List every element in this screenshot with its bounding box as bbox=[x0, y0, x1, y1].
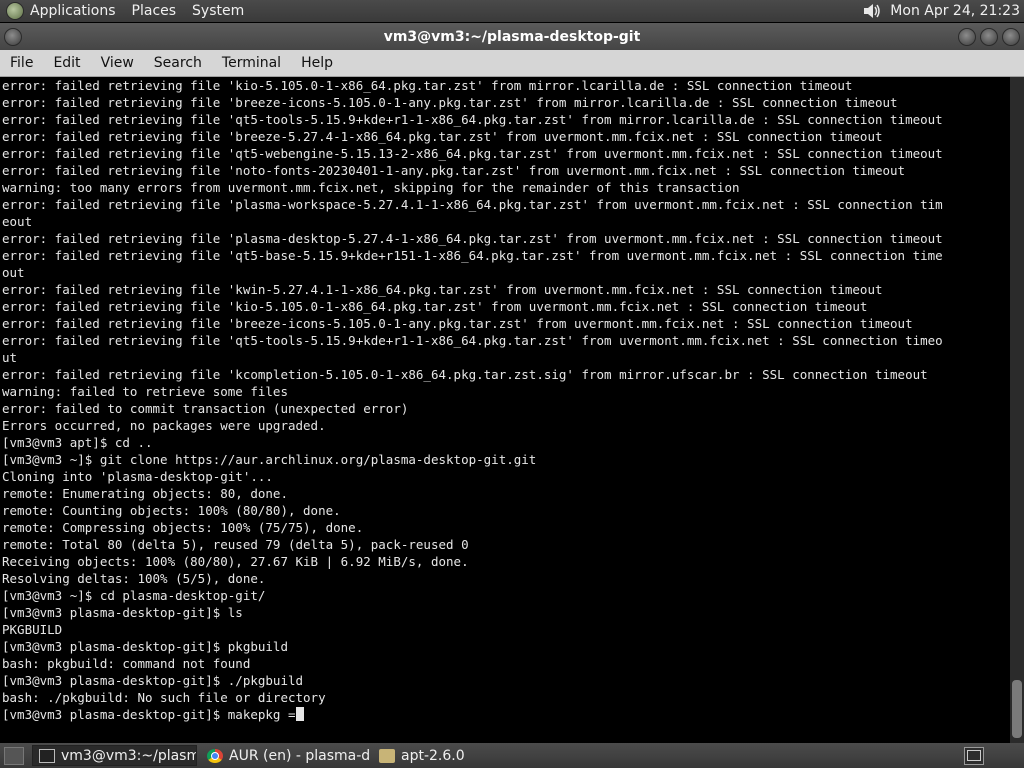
minimize-button[interactable] bbox=[958, 28, 976, 46]
terminal-line: PKGBUILD bbox=[2, 622, 63, 637]
terminal-line: Resolving deltas: 100% (5/5), done. bbox=[2, 571, 266, 586]
terminal-line: remote: Total 80 (delta 5), reused 79 (d… bbox=[2, 537, 469, 552]
window-titlebar[interactable]: vm3@vm3:~/plasma-desktop-git bbox=[0, 23, 1024, 50]
applications-menu[interactable]: Applications bbox=[30, 3, 116, 19]
menu-search[interactable]: Search bbox=[144, 55, 212, 71]
menubar: File Edit View Search Terminal Help bbox=[0, 50, 1024, 77]
scrollbar-thumb[interactable] bbox=[1012, 680, 1022, 738]
terminal-line: Errors occurred, no packages were upgrad… bbox=[2, 418, 326, 433]
terminal-line: Cloning into 'plasma-desktop-git'... bbox=[2, 469, 273, 484]
menu-terminal[interactable]: Terminal bbox=[212, 55, 291, 71]
folder-icon bbox=[379, 748, 395, 763]
terminal-line: error: failed retrieving file 'kcompleti… bbox=[2, 367, 928, 382]
prompt-line[interactable]: [vm3@vm3 plasma-desktop-git]$ makepkg = bbox=[2, 706, 1010, 723]
terminal-line: warning: failed to retrieve some files bbox=[2, 384, 288, 399]
gnome-foot-icon[interactable] bbox=[6, 2, 24, 20]
taskbar-item-folder[interactable]: apt-2.6.0 bbox=[373, 745, 493, 766]
taskbar-item-browser[interactable]: AUR (en) - plasma-d... bbox=[201, 745, 369, 766]
chrome-icon bbox=[207, 748, 223, 763]
top-panel: Applications Places System Mon Apr 24, 2… bbox=[0, 0, 1024, 22]
taskbar-item-terminal[interactable]: vm3@vm3:~/plasm... bbox=[32, 745, 197, 766]
terminal-line: error: failed retrieving file 'kio-5.105… bbox=[2, 299, 868, 314]
terminal-line: error: failed retrieving file 'qt5-weben… bbox=[2, 146, 943, 161]
terminal-line: remote: Counting objects: 100% (80/80), … bbox=[2, 503, 341, 518]
menu-help[interactable]: Help bbox=[291, 55, 343, 71]
taskbar-label: apt-2.6.0 bbox=[401, 747, 465, 764]
terminal-line: error: failed retrieving file 'breeze-ic… bbox=[2, 316, 913, 331]
terminal-line: [vm3@vm3 ~]$ cd plasma-desktop-git/ bbox=[2, 588, 266, 603]
volume-icon[interactable] bbox=[862, 2, 882, 20]
system-menu[interactable]: System bbox=[192, 3, 244, 19]
prompt-text: [vm3@vm3 plasma-desktop-git]$ makepkg = bbox=[2, 707, 296, 722]
menu-file[interactable]: File bbox=[0, 55, 43, 71]
taskbar-label: AUR (en) - plasma-d... bbox=[229, 747, 369, 764]
terminal-scrollbar[interactable] bbox=[1010, 77, 1024, 743]
window-menu-button[interactable] bbox=[4, 28, 22, 46]
terminal-line: error: failed retrieving file 'breeze-ic… bbox=[2, 95, 898, 110]
terminal-line: [vm3@vm3 plasma-desktop-git]$ ./pkgbuild bbox=[2, 673, 304, 688]
workspace-switcher[interactable] bbox=[964, 746, 984, 765]
terminal-line: Receiving objects: 100% (80/80), 27.67 K… bbox=[2, 554, 469, 569]
terminal-line: error: failed retrieving file 'qt5-base-… bbox=[2, 248, 943, 263]
workspace-icon bbox=[967, 750, 981, 761]
terminal-line: ut bbox=[2, 350, 18, 365]
terminal-line: warning: too many errors from uvermont.m… bbox=[2, 180, 740, 195]
terminal-line: error: failed retrieving file 'breeze-5.… bbox=[2, 129, 883, 144]
menu-edit[interactable]: Edit bbox=[43, 55, 90, 71]
close-button[interactable] bbox=[1002, 28, 1020, 46]
terminal-line: error: failed retrieving file 'kio-5.105… bbox=[2, 78, 853, 93]
places-menu[interactable]: Places bbox=[132, 3, 177, 19]
show-desktop-button[interactable] bbox=[4, 746, 24, 765]
terminal-line: [vm3@vm3 ~]$ git clone https://aur.archl… bbox=[2, 452, 537, 467]
window-title: vm3@vm3:~/plasma-desktop-git bbox=[383, 28, 641, 45]
terminal-line: remote: Enumerating objects: 80, done. bbox=[2, 486, 288, 501]
maximize-button[interactable] bbox=[980, 28, 998, 46]
terminal-line: bash: pkgbuild: command not found bbox=[2, 656, 251, 671]
clock[interactable]: Mon Apr 24, 21:23 bbox=[890, 3, 1020, 19]
terminal-line: error: failed retrieving file 'noto-font… bbox=[2, 163, 906, 178]
terminal-line: [vm3@vm3 plasma-desktop-git]$ pkgbuild bbox=[2, 639, 288, 654]
terminal-text: error: failed retrieving file 'kio-5.105… bbox=[0, 77, 1010, 723]
bottom-panel: vm3@vm3:~/plasm... AUR (en) - plasma-d..… bbox=[0, 743, 1024, 768]
terminal-line: error: failed retrieving file 'kwin-5.27… bbox=[2, 282, 883, 297]
terminal-line: error: failed retrieving file 'plasma-de… bbox=[2, 231, 943, 246]
terminal-line: eout bbox=[2, 214, 33, 229]
terminal-line: [vm3@vm3 apt]$ cd .. bbox=[2, 435, 153, 450]
terminal-line: error: failed to commit transaction (une… bbox=[2, 401, 409, 416]
terminal-line: bash: ./pkgbuild: No such file or direct… bbox=[2, 690, 326, 705]
taskbar-label: vm3@vm3:~/plasm... bbox=[61, 747, 196, 764]
text-cursor bbox=[295, 707, 304, 721]
terminal-line: out bbox=[2, 265, 25, 280]
terminal-line: error: failed retrieving file 'plasma-wo… bbox=[2, 197, 943, 212]
terminal-output[interactable]: error: failed retrieving file 'kio-5.105… bbox=[0, 77, 1010, 743]
menu-view[interactable]: View bbox=[91, 55, 144, 71]
terminal-icon bbox=[39, 748, 55, 763]
terminal-line: error: failed retrieving file 'qt5-tools… bbox=[2, 112, 943, 127]
terminal-line: [vm3@vm3 plasma-desktop-git]$ ls bbox=[2, 605, 243, 620]
terminal-line: error: failed retrieving file 'qt5-tools… bbox=[2, 333, 943, 348]
terminal-line: remote: Compressing objects: 100% (75/75… bbox=[2, 520, 364, 535]
